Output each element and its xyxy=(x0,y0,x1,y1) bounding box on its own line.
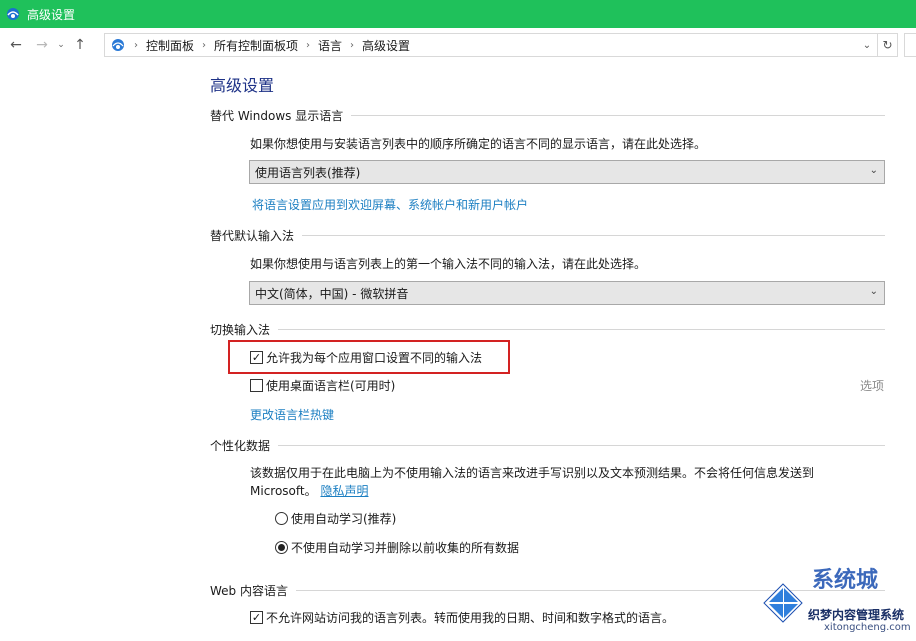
refresh-icon[interactable]: ↻ xyxy=(878,33,898,57)
section-header: 替代默认输入法 xyxy=(210,229,295,243)
web-content-language-checkbox[interactable]: ✓ xyxy=(250,611,263,624)
language-bar-options-link[interactable]: 选项 xyxy=(860,377,884,394)
desktop-language-bar-checkbox-row[interactable]: 使用桌面语言栏(可用时) xyxy=(250,377,395,394)
section-description: 如果你想使用与安装语言列表中的顺序所确定的语言不同的显示语言，请在此处选择。 xyxy=(250,137,707,151)
default-input-method-select[interactable]: 中文(简体，中国) - 微软拼音 ⌄ xyxy=(249,281,885,305)
section-divider xyxy=(278,329,885,330)
section-display-language: 替代 Windows 显示语言 xyxy=(210,107,885,124)
select-value: 使用语言列表(推荐) xyxy=(255,165,361,180)
section-input-method: 替代默认输入法 xyxy=(210,227,885,244)
section-description: 该数据仅用于在此电脑上为不使用输入法的语言来改进手写识别以及文本预测结果。不会将… xyxy=(250,466,815,480)
control-panel-icon xyxy=(108,35,130,55)
section-switch-input: 切换输入法 xyxy=(210,321,885,338)
display-language-select[interactable]: 使用语言列表(推荐) ⌄ xyxy=(249,160,885,184)
breadcrumb-advanced-settings[interactable]: 高级设置 xyxy=(362,37,410,54)
section-divider xyxy=(302,235,885,236)
checkbox-label[interactable]: 使用桌面语言栏(可用时) xyxy=(266,377,395,394)
section-divider xyxy=(351,115,885,116)
window-title: 高级设置 xyxy=(27,7,76,22)
breadcrumb-separator-icon: › xyxy=(134,39,138,51)
description-text: Microsoft。 xyxy=(250,484,317,498)
section-description: 如果你想使用与语言列表上的第一个输入法不同的输入法，请在此处选择。 xyxy=(250,257,647,271)
search-input[interactable] xyxy=(904,33,916,57)
section-description-line2: Microsoft。 隐私声明 xyxy=(250,482,368,499)
breadcrumb-separator-icon[interactable]: › xyxy=(202,40,206,51)
breadcrumb-all-items[interactable]: 所有控制面板项 xyxy=(214,37,298,54)
change-language-bar-hotkeys-link[interactable]: 更改语言栏热键 xyxy=(250,406,334,423)
section-header: Web 内容语言 xyxy=(210,584,288,598)
desktop-language-bar-checkbox[interactable] xyxy=(250,379,263,392)
web-content-language-checkbox-row[interactable]: ✓ 不允许网站访问我的语言列表。转而使用我的日期、时间和数字格式的语言。 xyxy=(250,609,674,626)
windows-logo-icon xyxy=(763,583,803,623)
highlight-box xyxy=(228,340,510,374)
back-arrow-icon[interactable]: ← xyxy=(6,33,26,57)
breadcrumb-language[interactable]: 语言 xyxy=(318,37,342,54)
title-bar: 高级设置 xyxy=(0,0,916,28)
chevron-down-icon: ⌄ xyxy=(869,165,878,176)
breadcrumb-separator-icon[interactable]: › xyxy=(350,40,354,51)
up-arrow-icon[interactable]: ↑ xyxy=(70,33,90,57)
select-value: 中文(简体，中国) - 微软拼音 xyxy=(255,286,409,301)
auto-learning-radio[interactable] xyxy=(275,512,288,525)
breadcrumb-control-panel[interactable]: 控制面板 xyxy=(146,37,194,54)
watermark-subtitle: 织梦内容管理系统 xyxy=(808,608,905,622)
section-header: 切换输入法 xyxy=(210,323,271,337)
section-header: 替代 Windows 显示语言 xyxy=(210,109,344,123)
no-auto-learning-radio-row[interactable]: 不使用自动学习并删除以前收集的所有数据 xyxy=(275,539,519,556)
radio-label[interactable]: 不使用自动学习并删除以前收集的所有数据 xyxy=(291,539,519,556)
recent-locations-chevron-icon[interactable]: ⌄ xyxy=(54,33,68,57)
section-divider xyxy=(278,445,885,446)
breadcrumb-separator-icon[interactable]: › xyxy=(306,40,310,51)
chevron-down-icon: ⌄ xyxy=(869,286,878,297)
privacy-statement-link[interactable]: 隐私声明 xyxy=(320,484,368,498)
address-bar[interactable]: › 控制面板 › 所有控制面板项 › 语言 › 高级设置 ⌄ xyxy=(104,33,878,57)
section-personalization: 个性化数据 xyxy=(210,437,885,454)
page-title: 高级设置 xyxy=(210,76,275,95)
watermark-title: 系统城 xyxy=(812,568,879,593)
navigation-bar: ← → ⌄ ↑ › 控制面板 › 所有控制面板项 › 语言 › 高级设置 ⌄ ↻ xyxy=(0,28,916,62)
watermark-url: xitongcheng.com xyxy=(824,622,911,633)
section-header: 个性化数据 xyxy=(210,439,271,453)
forward-arrow-icon[interactable]: → xyxy=(32,33,52,57)
checkbox-label[interactable]: 不允许网站访问我的语言列表。转而使用我的日期、时间和数字格式的语言。 xyxy=(266,609,674,626)
main-content: 高级设置 替代 Windows 显示语言 如果你想使用与安装语言列表中的顺序所确… xyxy=(0,62,916,641)
no-auto-learning-radio[interactable] xyxy=(275,541,288,554)
site-watermark: 系统城 织梦内容管理系统 xitongcheng.com xyxy=(760,562,916,641)
control-panel-app-icon xyxy=(4,5,22,23)
auto-learning-radio-row[interactable]: 使用自动学习(推荐) xyxy=(275,510,396,527)
radio-selected-dot xyxy=(278,544,285,551)
radio-label[interactable]: 使用自动学习(推荐) xyxy=(291,510,396,527)
apply-to-welcome-screen-link[interactable]: 将语言设置应用到欢迎屏幕、系统帐户和新用户帐户 xyxy=(252,196,528,213)
address-dropdown-chevron-icon[interactable]: ⌄ xyxy=(859,37,875,53)
